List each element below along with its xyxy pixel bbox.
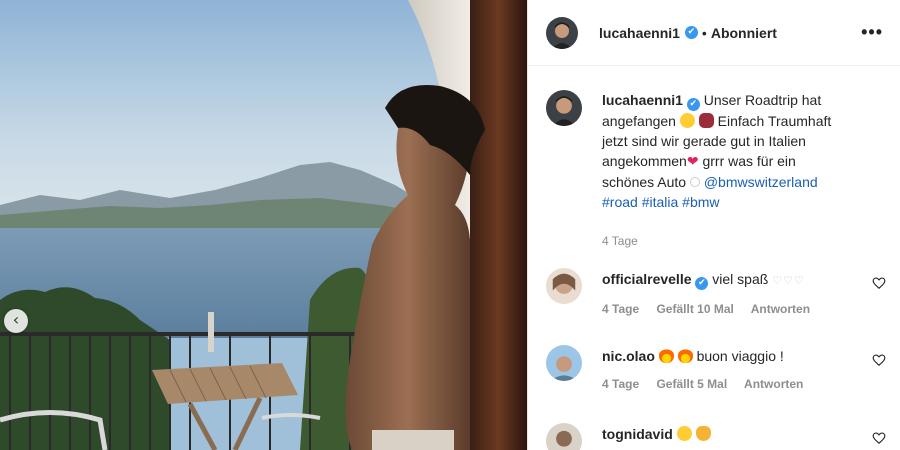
- comment-likes[interactable]: Gefällt 5 Mal: [656, 377, 727, 391]
- photo-illustration: [0, 0, 527, 450]
- like-heart-icon[interactable]: [872, 353, 886, 367]
- comment-body: tognidavid: [602, 423, 886, 450]
- red-heart-emoji-icon: ❤: [686, 154, 699, 170]
- caption-line-3: jetzt sind wir gerade gut in Italien: [602, 133, 806, 149]
- caption-line-4-tail: grrr was für ein: [702, 153, 796, 169]
- caption-line-2-tail: Einfach Traumhaft: [717, 113, 832, 129]
- comment-time[interactable]: 4 Tage: [602, 377, 639, 391]
- post-caption: lucahaenni1 ✔ Unser Roadtrip hat angefan…: [546, 90, 886, 251]
- comment-item: nic.olao buon viaggio ! 4 Tage Gefällt 5…: [546, 345, 886, 391]
- post-sidebar: lucahaenni1 ✔ • Abonniert ••• lucahaenni…: [527, 0, 900, 450]
- commenter-avatar[interactable]: [546, 345, 582, 381]
- reply-button[interactable]: Antworten: [751, 302, 810, 316]
- comment-time[interactable]: 4 Tage: [602, 302, 639, 316]
- mention-link[interactable]: @bmwswitzerland: [704, 174, 818, 190]
- commenter-avatar[interactable]: [546, 423, 582, 450]
- caption-author-avatar[interactable]: [546, 90, 582, 126]
- comment-body: officialrevelle ✔ viel spaß ♡♡♡ 4 Tage G…: [602, 268, 886, 316]
- separator-dot: •: [701, 24, 707, 41]
- post-header: lucahaenni1 ✔ • Abonniert •••: [528, 0, 900, 66]
- fire-emoji-icon: [658, 348, 674, 363]
- commenter-username[interactable]: tognidavid: [602, 426, 673, 442]
- comment-item: officialrevelle ✔ viel spaß ♡♡♡ 4 Tage G…: [546, 268, 886, 316]
- caption-line-2: angefangen: [602, 113, 676, 129]
- commenter-username[interactable]: nic.olao: [602, 348, 655, 364]
- comment-body: nic.olao buon viaggio ! 4 Tage Gefällt 5…: [602, 345, 886, 391]
- comment-text: buon viaggio !: [696, 348, 784, 364]
- small-emoji-icon: [689, 177, 700, 187]
- reply-button[interactable]: Antworten: [744, 377, 803, 391]
- more-options-icon[interactable]: •••: [861, 22, 883, 43]
- caption-timestamp[interactable]: 4 Tage: [602, 231, 862, 251]
- author-username[interactable]: lucahaenni1: [599, 25, 680, 41]
- chevron-left-icon: ‹: [12, 310, 20, 329]
- caption-author-username[interactable]: lucahaenni1: [602, 92, 683, 108]
- faint-emoji-icon: ♡♡♡: [772, 275, 805, 287]
- commenter-username[interactable]: officialrevelle: [602, 271, 692, 287]
- verified-badge-icon: ✔: [684, 26, 698, 39]
- hashtag-links[interactable]: #road #italia #bmw: [602, 194, 720, 210]
- comment-item: tognidavid: [546, 423, 886, 450]
- verified-badge-icon: ✔: [695, 277, 709, 290]
- follow-status-button[interactable]: Abonniert: [711, 25, 777, 41]
- caption-line-4: angekommen: [602, 153, 687, 169]
- caption-line-1: Unser Roadtrip hat: [703, 92, 822, 108]
- clapping-hands-emoji-icon: [695, 426, 711, 441]
- verified-badge-icon: ✔: [686, 98, 700, 111]
- comment-meta: 4 Tage Gefällt 10 Mal Antworten: [602, 302, 886, 316]
- flower-emoji-icon: [698, 113, 714, 128]
- commenter-avatar[interactable]: [546, 268, 582, 304]
- like-heart-icon[interactable]: [872, 276, 886, 290]
- like-heart-icon[interactable]: [872, 431, 886, 445]
- heart-eyes-emoji-icon: [676, 426, 692, 441]
- previous-image-button[interactable]: ‹: [4, 309, 28, 333]
- caption-line-5: schönes Auto: [602, 174, 687, 190]
- fire-emoji-icon: [677, 348, 693, 363]
- comment-text: viel spaß: [712, 271, 769, 287]
- heart-eyes-emoji-icon: [679, 113, 695, 128]
- post-photo: ‹: [0, 0, 527, 450]
- author-avatar[interactable]: [546, 16, 578, 49]
- caption-text: lucahaenni1 ✔ Unser Roadtrip hat angefan…: [602, 90, 862, 251]
- comment-meta: 4 Tage Gefällt 5 Mal Antworten: [602, 377, 886, 391]
- comment-likes[interactable]: Gefällt 10 Mal: [656, 302, 733, 316]
